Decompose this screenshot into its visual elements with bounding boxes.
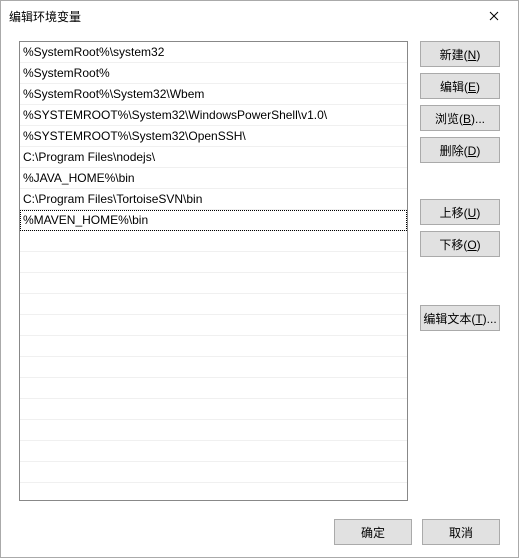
list-item[interactable]: %SystemRoot%\System32\Wbem (20, 84, 407, 105)
titlebar: 编辑环境变量 (1, 1, 518, 31)
list-item[interactable]: %SystemRoot% (20, 63, 407, 84)
list-item[interactable]: C:\Program Files\TortoiseSVN\bin (20, 189, 407, 210)
close-icon (489, 11, 499, 21)
ok-button[interactable]: 确定 (334, 519, 412, 545)
side-buttons: 新建(N) 编辑(E) 浏览(B)... 删除(D) 上移(U) 下移(O) 编… (420, 41, 500, 501)
window-title: 编辑环境变量 (9, 8, 478, 25)
list-item-empty (20, 336, 407, 357)
list-item[interactable]: C:\Program Files\nodejs\ (20, 147, 407, 168)
footer-buttons: 确定 取消 (334, 519, 500, 545)
new-button[interactable]: 新建(N) (420, 41, 500, 67)
list-item[interactable]: %JAVA_HOME%\bin (20, 168, 407, 189)
cancel-button[interactable]: 取消 (422, 519, 500, 545)
list-item[interactable]: %SystemRoot%\system32 (20, 42, 407, 63)
close-button[interactable] (478, 1, 510, 31)
list-item-empty (20, 294, 407, 315)
list-item[interactable]: %MAVEN_HOME%\bin (20, 210, 407, 231)
path-listbox[interactable]: %SystemRoot%\system32%SystemRoot%%System… (19, 41, 408, 501)
list-item-empty (20, 441, 407, 462)
list-item-empty (20, 399, 407, 420)
list-item-empty (20, 231, 407, 252)
content-area: %SystemRoot%\system32%SystemRoot%%System… (19, 41, 500, 501)
edit-text-button[interactable]: 编辑文本(T)... (420, 305, 500, 331)
list-item-empty (20, 252, 407, 273)
list-item-empty (20, 462, 407, 483)
browse-button[interactable]: 浏览(B)... (420, 105, 500, 131)
list-item-empty (20, 420, 407, 441)
edit-button[interactable]: 编辑(E) (420, 73, 500, 99)
list-item-empty (20, 378, 407, 399)
list-item[interactable]: %SYSTEMROOT%\System32\OpenSSH\ (20, 126, 407, 147)
list-item-empty (20, 273, 407, 294)
delete-button[interactable]: 删除(D) (420, 137, 500, 163)
list-item-empty (20, 357, 407, 378)
move-down-button[interactable]: 下移(O) (420, 231, 500, 257)
list-item[interactable]: %SYSTEMROOT%\System32\WindowsPowerShell\… (20, 105, 407, 126)
move-up-button[interactable]: 上移(U) (420, 199, 500, 225)
list-item-empty (20, 315, 407, 336)
